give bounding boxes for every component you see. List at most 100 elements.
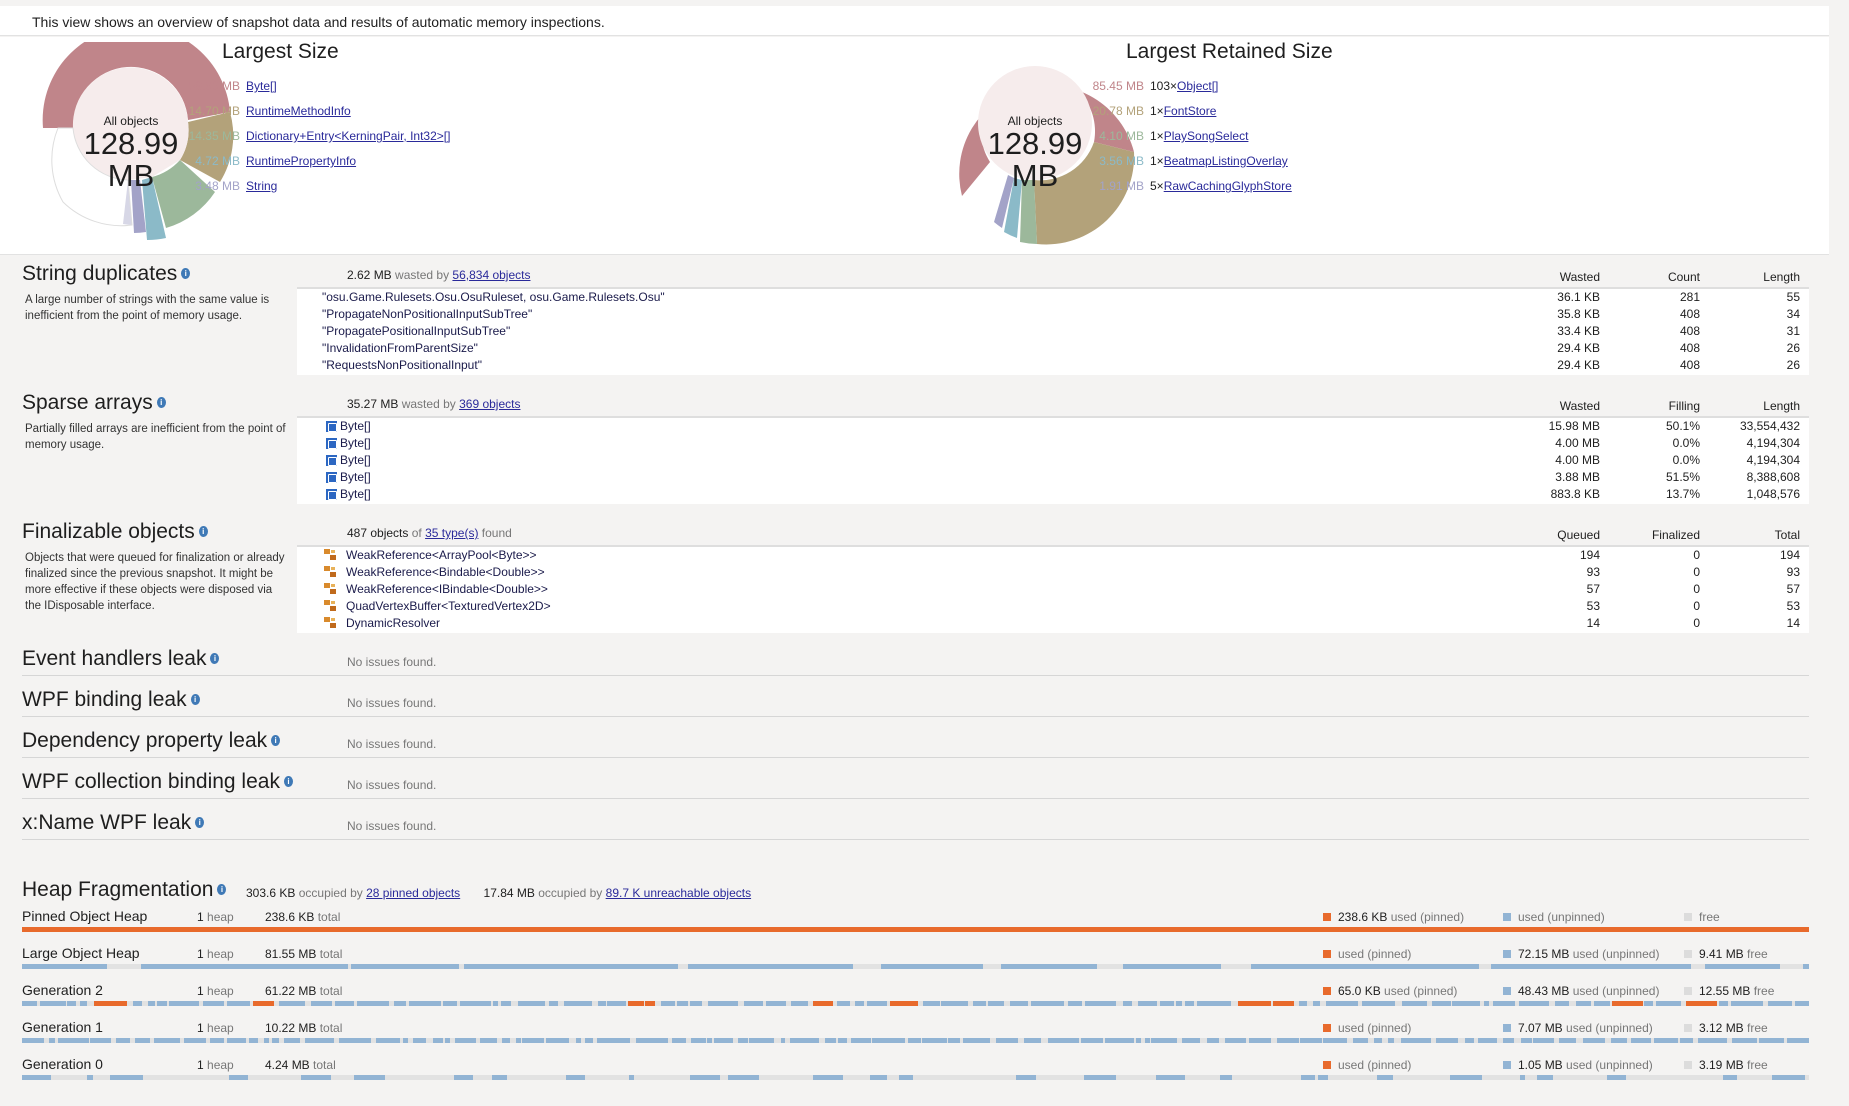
legend-type-link[interactable]: PlaySongSelect (1164, 129, 1249, 143)
heap-segment (1400, 1038, 1432, 1043)
heap-bar[interactable] (22, 964, 1809, 969)
table-row[interactable]: Byte[] 883.8 KB 13.7% 1,048,576 (297, 486, 1809, 503)
table-row[interactable]: "RequestsNonPositionalInput" 29.4 KB 408 26 (297, 357, 1809, 374)
legend-swatch (1323, 987, 1331, 995)
heap-bar[interactable] (22, 1075, 1809, 1080)
legend-type-link[interactable]: Object[] (1177, 79, 1218, 93)
legend-type-link[interactable]: RuntimePropertyInfo (246, 154, 356, 168)
heap-legend-value: 3.19 MB (1699, 1058, 1744, 1072)
heap-segment (727, 1075, 759, 1080)
heap-segment (402, 1038, 408, 1043)
heap-segment (1137, 1001, 1157, 1006)
heap-legend-free: 3.12 MB free (1684, 1021, 1768, 1035)
info-icon[interactable]: i (195, 817, 205, 828)
info-icon[interactable]: i (217, 884, 227, 895)
table-row[interactable]: "InvalidationFromParentSize" 29.4 KB 408 26 (297, 340, 1809, 357)
heap-summary-part[interactable]: 89.7 K unreachable objects (606, 886, 751, 900)
heap-legend-pinned: 65.0 KB used (pinned) (1323, 984, 1457, 998)
info-icon[interactable]: i (210, 653, 220, 664)
heap-legend-text: used (unpinned) (1566, 1021, 1653, 1035)
legend-item: 14.70 MB RuntimeMethodInfo (182, 104, 351, 118)
legend-type-link[interactable]: Dictionary+Entry<KerningPair, Int32>[] (246, 129, 450, 143)
info-icon[interactable]: i (181, 268, 191, 279)
heap-segment (880, 964, 983, 969)
section-divider (22, 716, 1809, 717)
row-name: Byte[] (340, 470, 371, 484)
column-header[interactable]: Length (1720, 399, 1800, 413)
summary-link[interactable]: 369 objects (459, 397, 520, 411)
row-cell: 36.1 KB (1557, 290, 1600, 304)
legend-item: 3.56 MB 1×BeatmapListingOverlay (1086, 154, 1288, 168)
table-row[interactable]: "osu.Game.Rulesets.Osu.OsuRuleset, osu.G… (297, 289, 1809, 306)
column-header[interactable]: Wasted (1520, 399, 1600, 413)
legend-item: 4.72 MB RuntimePropertyInfo (182, 154, 356, 168)
info-icon[interactable]: i (271, 735, 281, 746)
heap-segment (565, 1075, 585, 1080)
summary-link[interactable]: 35 type(s) (425, 526, 478, 540)
heap-segment (1731, 1038, 1757, 1043)
leak-section-title: x:Name WPF leak i (22, 811, 205, 835)
legend-count: 1× (1150, 154, 1164, 168)
table-row[interactable]: WeakReference<Bindable<Double>> 93 0 93 (297, 564, 1809, 581)
heap-segment (923, 1001, 940, 1006)
legend-type-link[interactable]: String (246, 179, 277, 193)
column-header[interactable]: Total (1720, 528, 1800, 542)
column-header[interactable]: Filling (1620, 399, 1700, 413)
summary-link[interactable]: 56,834 objects (452, 268, 530, 282)
section-title-text: Event handlers leak (22, 647, 207, 670)
heap-segment (1477, 1038, 1497, 1043)
table-row[interactable]: "PropagateNonPositionalInputSubTree" 35.8… (297, 306, 1809, 323)
column-header[interactable]: Count (1620, 270, 1700, 284)
column-header[interactable]: Queued (1520, 528, 1600, 542)
legend-type-link[interactable]: RawCachingGlyphStore (1164, 179, 1292, 193)
heap-total: 238.6 KB total (265, 910, 340, 924)
legend-type-link[interactable]: FontStore (1164, 104, 1217, 118)
row-name: "PropagateNonPositionalInputSubTree" (322, 307, 533, 321)
legend-type-link[interactable]: Byte[] (246, 79, 277, 93)
heap-segment (1493, 1001, 1515, 1006)
heap-total-value: 10.22 MB (265, 1021, 317, 1035)
heap-segment (492, 1075, 507, 1080)
heap-segment (628, 1075, 635, 1080)
heap-summary-part[interactable]: 28 pinned objects (366, 886, 460, 900)
table-row[interactable]: Byte[] 15.98 MB 50.1% 33,554,432 (297, 418, 1809, 435)
largest-size-pie-label: All objects 128.99 MB (61, 114, 201, 192)
heap-legend-pinned: 238.6 KB used (pinned) (1323, 910, 1464, 924)
heap-segment (1047, 1038, 1079, 1043)
info-icon[interactable]: i (198, 526, 208, 537)
table-row[interactable]: WeakReference<IBindable<Double>> 57 0 57 (297, 581, 1809, 598)
info-icon[interactable]: i (156, 397, 166, 408)
column-header[interactable]: Finalized (1620, 528, 1700, 542)
heap-fragmentation-title: Heap Fragmentation i (22, 878, 227, 902)
table-row[interactable]: Byte[] 4.00 MB 0.0% 4,194,304 (297, 435, 1809, 452)
column-header[interactable]: Wasted (1520, 270, 1600, 284)
column-header[interactable]: Length (1720, 270, 1800, 284)
table-row[interactable]: Byte[] 3.88 MB 51.5% 8,388,608 (297, 469, 1809, 486)
row-name: "osu.Game.Rulesets.Osu.OsuRuleset, osu.G… (322, 290, 665, 304)
table-row[interactable]: WeakReference<ArrayPool<Byte>> 194 0 194 (297, 547, 1809, 564)
table-row[interactable]: "PropagatePositionalInputSubTree" 33.4 KB… (297, 323, 1809, 340)
heap-segment (1249, 1038, 1271, 1043)
heap-segment (549, 1001, 559, 1006)
info-icon[interactable]: i (283, 776, 293, 787)
row-cell: 26 (1786, 358, 1800, 372)
heap-segment (1084, 1001, 1117, 1006)
heap-segment (1654, 1038, 1679, 1043)
legend-type-link[interactable]: BeatmapListingOverlay (1164, 154, 1288, 168)
row-cell: 194 (1579, 548, 1600, 562)
heap-bar[interactable] (22, 1038, 1809, 1043)
legend-type-link[interactable]: RuntimeMethodInfo (246, 104, 351, 118)
info-icon[interactable]: i (190, 694, 200, 705)
table-row[interactable]: QuadVertexBuffer<TexturedVertex2D> 53 0 53 (297, 598, 1809, 615)
table-row[interactable]: Byte[] 4.00 MB 0.0% 4,194,304 (297, 452, 1809, 469)
heap-bar[interactable] (22, 1001, 1809, 1006)
heap-legend-free: 9.41 MB free (1684, 947, 1768, 961)
legend-item: 20.78 MB 1×FontStore (1086, 104, 1217, 118)
legend-swatch (1323, 1024, 1331, 1032)
legend-swatch (1684, 987, 1692, 995)
table-row[interactable]: DynamicResolver 14 0 14 (297, 615, 1809, 632)
heap-bar[interactable] (22, 927, 1809, 932)
heap-segment (522, 1038, 545, 1043)
heap-total-unit: total (313, 1058, 336, 1072)
heap-segment (249, 1038, 259, 1043)
